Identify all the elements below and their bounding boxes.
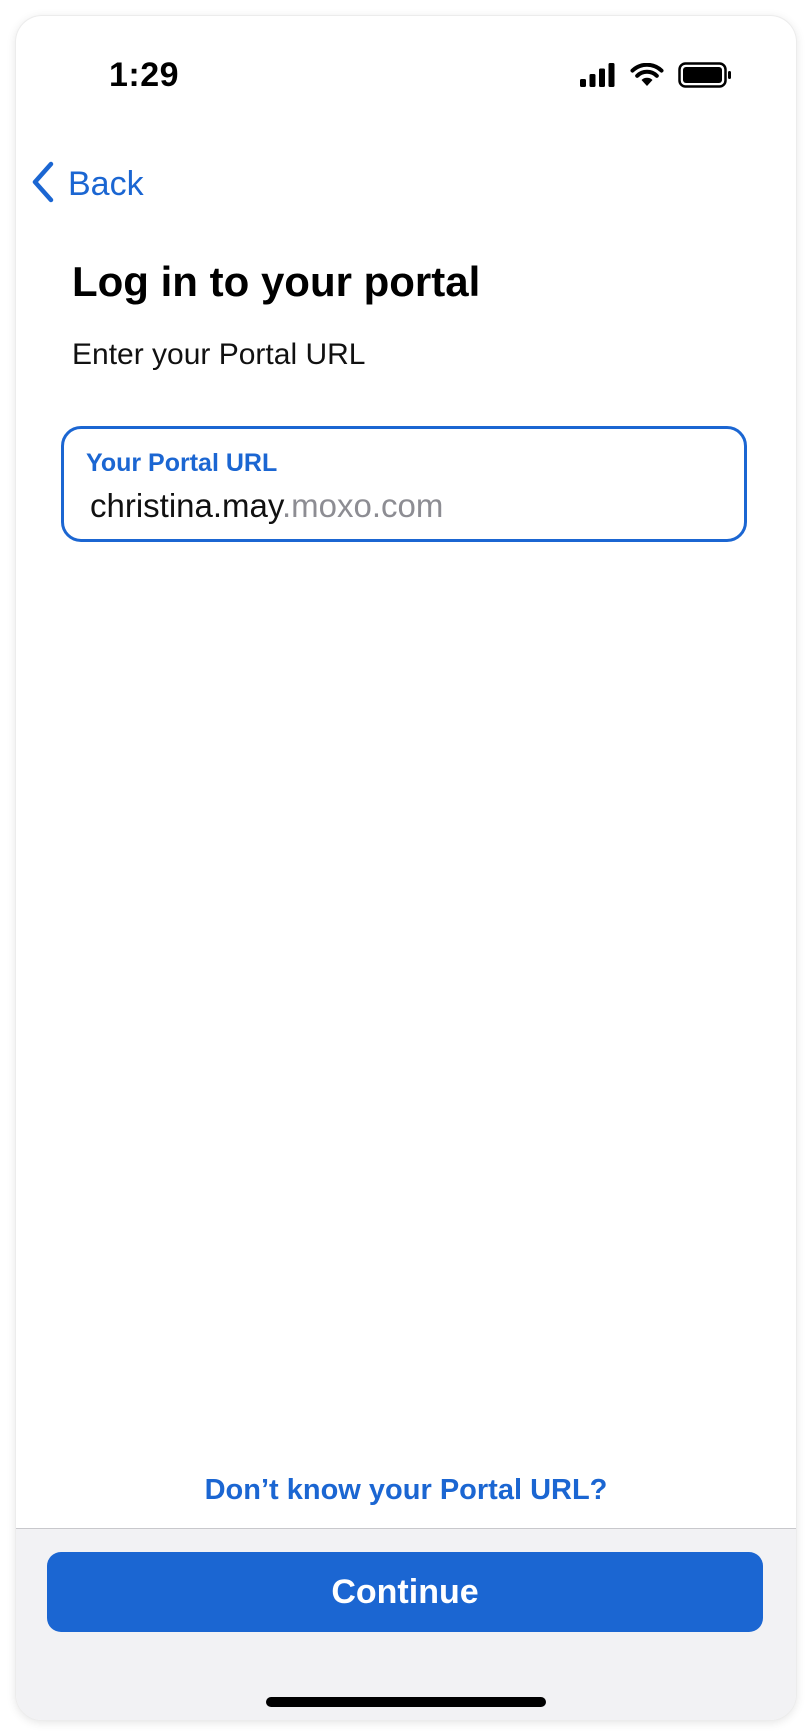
page-subtitle: Enter your Portal URL	[72, 338, 366, 371]
wifi-icon	[630, 62, 664, 92]
continue-button[interactable]: Continue	[47, 1552, 763, 1632]
home-indicator	[266, 1697, 546, 1707]
portal-url-domain-suffix: .moxo.com	[281, 487, 444, 524]
cellular-signal-icon	[580, 62, 616, 92]
portal-url-typed-text: christina.may	[90, 487, 282, 524]
portal-url-value: christina.may.moxo.com	[90, 487, 443, 525]
status-time: 1:29	[109, 56, 180, 94]
status-bar: 1:29	[16, 16, 796, 106]
chevron-left-icon	[30, 160, 56, 209]
portal-url-label: Your Portal URL	[86, 449, 278, 477]
phone-screen: 1:29 Back Log in to your portal Enter yo…	[16, 16, 796, 1720]
forgot-portal-url-link[interactable]: Don’t know your Portal URL?	[16, 1474, 796, 1507]
portal-url-input[interactable]: Your Portal URL christina.may.moxo.com	[61, 426, 747, 542]
back-label: Back	[68, 164, 144, 203]
back-button[interactable]: Back	[30, 154, 144, 214]
page-title: Log in to your portal	[72, 258, 481, 305]
footer-bar: Continue	[16, 1528, 796, 1720]
status-icons	[580, 61, 732, 93]
battery-icon	[678, 61, 732, 93]
